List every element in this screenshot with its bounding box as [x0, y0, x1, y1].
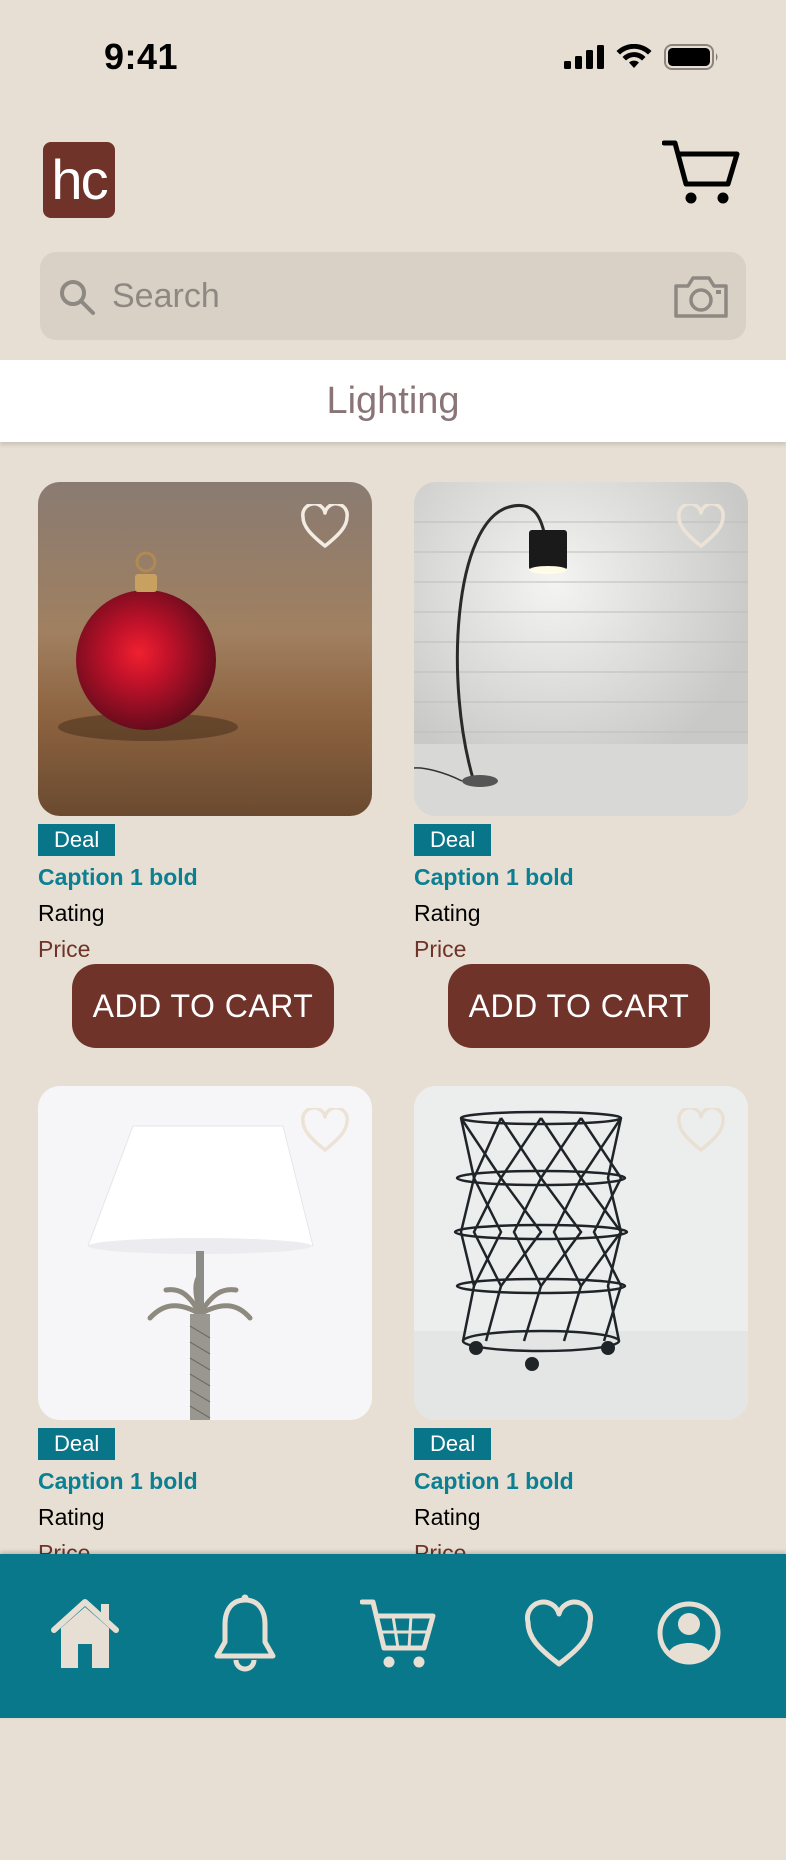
- product-rating: Rating: [414, 1504, 481, 1530]
- product-caption[interactable]: Caption 1 bold: [38, 1468, 198, 1495]
- camera-icon[interactable]: [672, 274, 730, 320]
- favorite-heart-icon[interactable]: [300, 504, 350, 550]
- app-logo[interactable]: hc: [43, 142, 115, 218]
- cart-icon[interactable]: [360, 1592, 436, 1674]
- cart-icon[interactable]: [662, 138, 740, 206]
- search-bar: [40, 252, 746, 340]
- product-caption[interactable]: Caption 1 bold: [414, 1468, 574, 1495]
- bottom-nav: [0, 1554, 786, 1718]
- signal-icon: [564, 45, 604, 69]
- heart-icon[interactable]: [524, 1592, 594, 1674]
- add-to-cart-button[interactable]: ADD TO CART: [448, 964, 710, 1048]
- product-rating: Rating: [38, 1504, 105, 1530]
- favorite-heart-icon[interactable]: [300, 1108, 350, 1154]
- product-image-ornament[interactable]: [38, 482, 372, 816]
- screen: 9:41 hc Search Lighting Deal Caption 1 b…: [0, 0, 786, 1860]
- status-time: 9:41: [104, 36, 179, 77]
- battery-icon: [664, 44, 718, 70]
- favorite-heart-icon[interactable]: [676, 1108, 726, 1154]
- product-price: Price: [414, 936, 467, 962]
- deal-badge: Deal: [414, 824, 492, 856]
- profile-icon[interactable]: [656, 1592, 722, 1674]
- product-image-floor-lamp[interactable]: [414, 482, 748, 816]
- favorite-heart-icon[interactable]: [676, 504, 726, 550]
- status-bar: 9:41: [0, 0, 786, 120]
- product-image-wire-basket[interactable]: [414, 1086, 748, 1420]
- product-rating: Rating: [38, 900, 105, 926]
- product-caption[interactable]: Caption 1 bold: [414, 864, 574, 891]
- search-input[interactable]: [106, 252, 666, 340]
- product-caption[interactable]: Caption 1 bold: [38, 864, 198, 891]
- wifi-icon: [616, 44, 652, 68]
- deal-badge: Deal: [414, 1428, 492, 1460]
- category-header: Lighting: [0, 360, 786, 442]
- home-icon[interactable]: [46, 1592, 124, 1674]
- status-icons: [564, 44, 720, 70]
- product-image-table-lamp[interactable]: [38, 1086, 372, 1420]
- add-to-cart-button[interactable]: ADD TO CART: [72, 964, 334, 1048]
- deal-badge: Deal: [38, 824, 116, 856]
- deal-badge: Deal: [38, 1428, 116, 1460]
- product-price: Price: [38, 936, 91, 962]
- category-title: Lighting: [326, 380, 460, 422]
- product-rating: Rating: [414, 900, 481, 926]
- search-icon: [60, 280, 95, 315]
- bell-icon[interactable]: [212, 1592, 278, 1674]
